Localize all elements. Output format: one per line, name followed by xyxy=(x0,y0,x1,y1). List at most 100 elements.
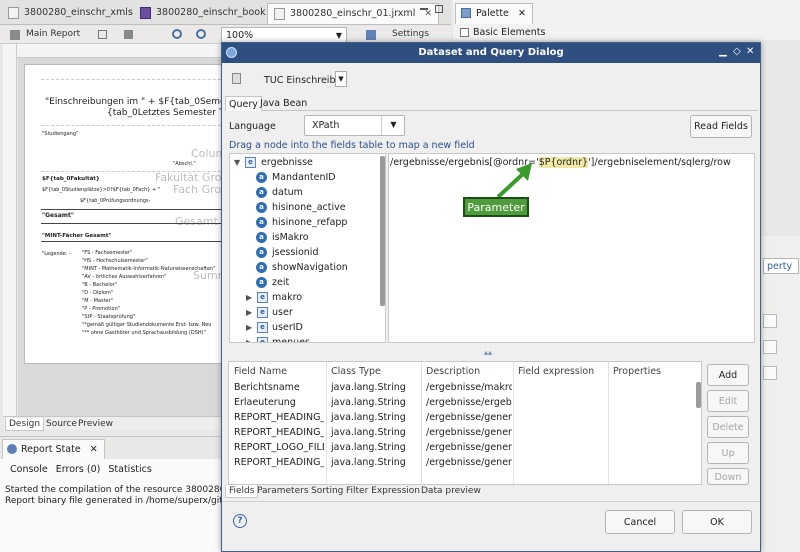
legend-line[interactable]: "MINT - Mathematik-Informatik-Naturwisse… xyxy=(82,265,216,273)
legend-line[interactable]: "*gemäß gültiger Studiendokumente Erst- … xyxy=(82,321,216,329)
tree-node-attribute[interactable]: a hisinone_refapp xyxy=(230,216,380,231)
legende-label[interactable]: "Legende: - xyxy=(42,251,71,257)
column-header[interactable]: Properties xyxy=(613,366,661,377)
tab-parameters[interactable]: Parameters xyxy=(254,485,312,498)
language-select[interactable]: XPath ▼ xyxy=(304,115,405,136)
chevron-down-icon[interactable]: ▼ xyxy=(234,158,240,167)
legend-line[interactable]: "AV - örtliches Auswahlverfahren" xyxy=(82,273,216,281)
properties-dropdown[interactable]: perty xyxy=(763,258,799,274)
zoom-out-icon[interactable] xyxy=(196,29,206,39)
minimize-icon[interactable]: ▁ xyxy=(719,46,727,57)
property-button[interactable] xyxy=(763,314,777,328)
delete-button[interactable]: Delete xyxy=(707,416,749,438)
tree-scrollbar[interactable] xyxy=(380,156,385,306)
tree-node-attribute[interactable]: a MandantenID xyxy=(230,171,380,186)
tree-node-user[interactable]: ▶ e user xyxy=(230,306,380,321)
legend-line[interactable]: "M - Master" xyxy=(82,297,216,305)
maximize-icon[interactable] xyxy=(435,5,443,13)
tab-sorting[interactable]: Sorting xyxy=(308,485,346,498)
chevron-right-icon[interactable]: ▶ xyxy=(246,338,252,342)
dataset-dropdown[interactable]: ▼ xyxy=(335,71,347,87)
tab-java-bean[interactable]: Java Bean xyxy=(257,96,310,111)
add-button[interactable]: Add xyxy=(707,364,749,386)
studiengang-label[interactable]: "Studiengang" xyxy=(42,131,78,137)
column-header[interactable]: Class Type xyxy=(331,366,381,377)
tree-node-attribute[interactable]: a zeit xyxy=(230,276,380,291)
tree-node-menues[interactable]: ▶ e menues xyxy=(230,336,380,342)
report-title-line2[interactable]: {tab_0Letztes Semester T xyxy=(107,108,221,118)
editor-tab-jrxml[interactable]: 3800280_einschr_01.jrxml ✕ xyxy=(267,3,439,24)
up-button[interactable]: Up xyxy=(707,442,749,464)
palette-tab[interactable]: Palette ✕ xyxy=(455,3,533,24)
tree-node-attribute[interactable]: a hisinone_active xyxy=(230,201,380,216)
legend-line[interactable]: "D - Diplom" xyxy=(82,289,216,297)
tree-node-attribute[interactable]: a showNavigation xyxy=(230,261,380,276)
property-button[interactable] xyxy=(763,340,777,354)
cancel-button[interactable]: Cancel xyxy=(605,510,675,534)
legend-line[interactable]: "** ohne Gasthörer und Sprachausbildung … xyxy=(82,329,216,337)
close-icon[interactable]: ✕ xyxy=(90,444,98,455)
table-row[interactable]: Berichtsname java.lang.String /ergebniss… xyxy=(229,380,695,395)
chevron-right-icon[interactable]: ▶ xyxy=(246,308,252,317)
tree-node-ergebnisse[interactable]: ▼ e ergebnisse xyxy=(230,156,380,171)
minimize-icon[interactable] xyxy=(420,8,428,10)
read-fields-button[interactable]: Read Fields xyxy=(690,115,752,138)
chevron-right-icon[interactable]: ▶ xyxy=(246,293,252,302)
table-row[interactable]: REPORT_HEADING_UI java.lang.String /erge… xyxy=(229,425,695,440)
toolbar-icon[interactable] xyxy=(124,30,133,39)
column-header[interactable]: Field Name xyxy=(234,366,287,377)
down-button[interactable]: Down xyxy=(707,468,749,485)
table-row[interactable]: Erlaeuterung java.lang.String /ergebniss… xyxy=(229,395,695,410)
query-text[interactable]: /ergebnisse/ergebnis[@ordnr='$P{ordnr}']… xyxy=(390,157,731,168)
editor-tab-xmls[interactable]: 3800280_einschr_xmls xyxy=(2,3,139,24)
design-canvas[interactable]: "Einschreibungen im " + $F{tab_0Seme {ta… xyxy=(18,58,221,416)
close-icon[interactable]: ✕ xyxy=(746,46,754,57)
zoom-select[interactable]: 100% ▼ xyxy=(221,27,347,43)
property-button[interactable] xyxy=(763,366,777,380)
tab-console[interactable]: Console xyxy=(10,464,48,475)
tab-data-preview[interactable]: Data preview xyxy=(418,485,484,498)
report-title-line1[interactable]: "Einschreibungen im " + $F{tab_0Seme xyxy=(45,97,221,107)
legend-line[interactable]: "B - Bachelor" xyxy=(82,281,216,289)
pruefung-field[interactable]: $F{tab_0Prüfungsordnungs- xyxy=(80,198,150,204)
abschl-label[interactable]: "Abschl." xyxy=(173,161,196,167)
maximize-icon[interactable]: ◇ xyxy=(733,46,741,57)
fakultaet-field[interactable]: $F{tab_0Fakultät} xyxy=(42,176,100,182)
column-header[interactable]: Field expression xyxy=(518,366,594,377)
tree-node-attribute[interactable]: a isMakro xyxy=(230,231,380,246)
tree-node-attribute[interactable]: a datum xyxy=(230,186,380,201)
studienplaetze-field[interactable]: $F{tab_0Studienplätze}>0?$F{tab_0Fach} +… xyxy=(42,187,160,193)
toolbar-icon[interactable] xyxy=(98,30,107,39)
main-report-button[interactable]: Main Report xyxy=(6,27,85,43)
tree-node-userid[interactable]: ▶ e userID xyxy=(230,321,380,336)
zoom-in-icon[interactable] xyxy=(172,29,182,39)
query-editor[interactable]: /ergebnisse/ergebnis[@ordnr='$P{ordnr}']… xyxy=(388,153,755,343)
table-scrollbar[interactable] xyxy=(696,382,701,408)
editor-tab-book[interactable]: 3800280_einschr_book xyxy=(134,3,272,24)
tree-node-attribute[interactable]: a jsessionid xyxy=(230,246,380,261)
table-row[interactable]: REPORT_LOGO_FILE java.lang.String /ergeb… xyxy=(229,440,695,455)
mint-label[interactable]: "MINT-Fächer Gesamt" xyxy=(42,233,111,239)
xml-tree[interactable]: ▼ e ergebnisse a MandantenID a datum a h… xyxy=(229,153,386,343)
tab-filter-expression[interactable]: Filter Expression xyxy=(343,485,423,498)
legend-line[interactable]: "HS - Hochschulsemester" xyxy=(82,257,216,265)
tab-statistics[interactable]: Statistics xyxy=(108,464,151,475)
legend-line[interactable]: "StP - Staatsprüfung" xyxy=(82,313,216,321)
column-header[interactable]: Description xyxy=(426,366,480,377)
tab-design[interactable]: Design xyxy=(5,418,45,431)
close-icon[interactable]: ✕ xyxy=(424,9,432,19)
gesamt-label[interactable]: "Gesamt" xyxy=(42,212,74,219)
splitter-handle[interactable]: ▴▴ xyxy=(484,348,492,357)
legend-line[interactable]: "FS - Fachsemester" xyxy=(82,249,216,257)
table-row[interactable]: REPORT_HEADING_IN java.lang.String /erge… xyxy=(229,410,695,425)
report-state-tab[interactable]: Report State ✕ xyxy=(2,439,105,459)
table-row[interactable]: REPORT_HEADING_AI java.lang.String /erge… xyxy=(229,455,695,470)
ok-button[interactable]: OK xyxy=(682,510,752,534)
help-icon[interactable]: ? xyxy=(233,514,247,528)
close-icon[interactable]: ✕ xyxy=(518,8,526,19)
tab-errors[interactable]: Errors (0) xyxy=(56,464,101,475)
edit-button[interactable]: Edit xyxy=(707,390,749,412)
tab-preview[interactable]: Preview xyxy=(75,418,116,431)
chevron-right-icon[interactable]: ▶ xyxy=(246,323,252,332)
palette-section[interactable]: Basic Elements xyxy=(455,25,545,40)
